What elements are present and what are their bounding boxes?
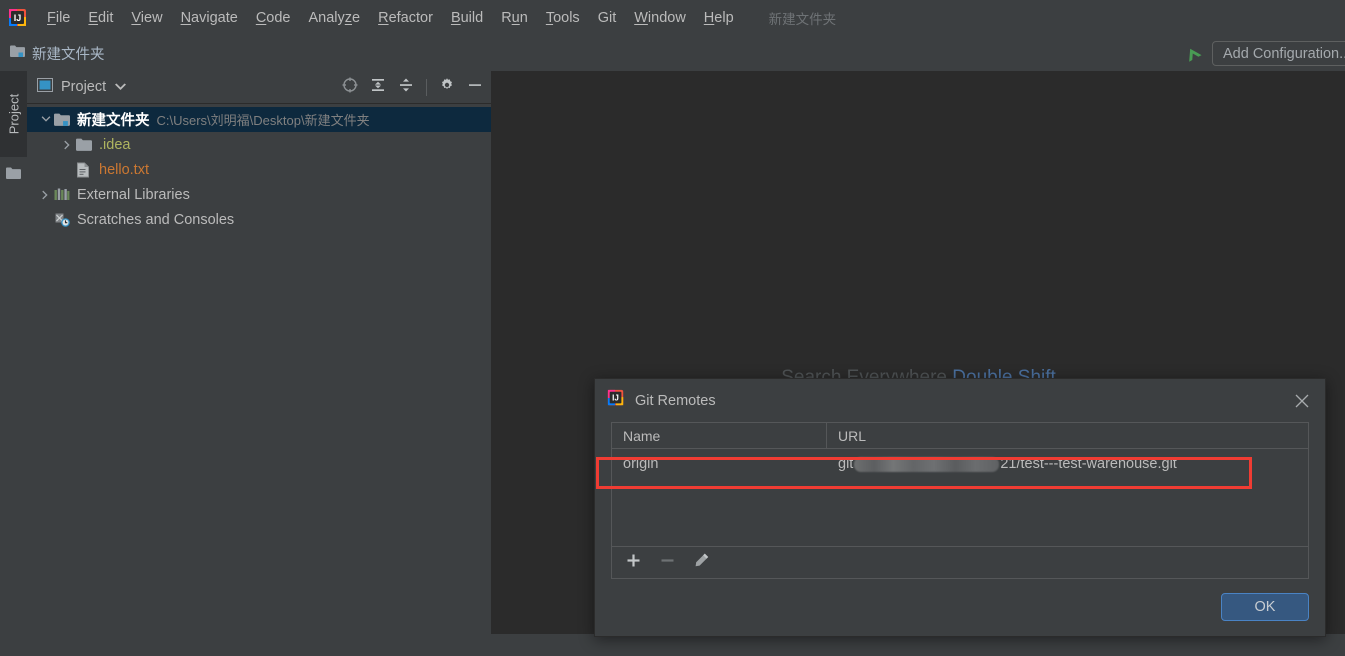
menu-file[interactable]: File — [38, 6, 79, 30]
folder-icon — [76, 138, 94, 152]
toolbar-divider — [426, 78, 427, 96]
chevron-down-icon[interactable] — [115, 78, 127, 96]
menu-edit[interactable]: Edit — [79, 6, 122, 30]
left-tool-window-strip: Project — [0, 71, 27, 656]
svg-text:IJ: IJ — [14, 13, 22, 23]
tree-row[interactable]: Scratches and Consoles — [27, 207, 491, 232]
tree-item-label: External Libraries — [77, 186, 190, 203]
tree-item-label: Scratches and Consoles — [77, 211, 235, 228]
chevron-right-icon[interactable] — [59, 140, 76, 150]
tree-row[interactable]: hello.txt — [27, 157, 491, 182]
gear-icon[interactable] — [439, 77, 455, 98]
menu-code[interactable]: Code — [247, 6, 300, 30]
menu-help[interactable]: Help — [695, 6, 743, 30]
tree-row[interactable]: .idea — [27, 132, 491, 157]
folder-icon — [10, 45, 25, 63]
menu-refactor[interactable]: Refactor — [369, 6, 442, 30]
project-panel-title: Project — [61, 79, 107, 95]
project-panel-actions — [342, 77, 483, 98]
hide-icon[interactable] — [467, 77, 483, 98]
ok-button[interactable]: OK — [1221, 593, 1309, 621]
project-panel-header: Project — [27, 71, 491, 104]
menu-view[interactable]: View — [122, 6, 171, 30]
tree-row[interactable]: 新建文件夹 C:\Users\刘明福\Desktop\新建文件夹 — [27, 107, 491, 132]
add-configuration-button[interactable]: Add Configuration... — [1212, 41, 1345, 66]
tree-row[interactable]: External Libraries — [27, 182, 491, 207]
url-prefix: git — [838, 456, 854, 472]
toolbar-right: Add Configuration... — [1180, 36, 1345, 71]
url-suffix: 21/test---test-warehouse.git — [1000, 456, 1177, 472]
intellij-logo-icon: IJ — [8, 8, 28, 28]
close-icon[interactable] — [1289, 388, 1315, 414]
tree-item-path: C:\Users\刘明福\Desktop\新建文件夹 — [156, 113, 370, 128]
project-window-icon — [37, 77, 53, 97]
expand-all-icon[interactable] — [370, 77, 386, 98]
menu-git[interactable]: Git — [589, 6, 626, 30]
remotes-table-body: origin git 21/test---test-warehouse.git — [612, 449, 1308, 546]
ok-button-label: OK — [1254, 599, 1276, 615]
project-tool-window: Project 新建文件夹 C:\Users\刘明福\Desktop\新建文件夹… — [27, 71, 492, 656]
menu-navigate[interactable]: Navigate — [172, 6, 247, 30]
breadcrumb-label: 新建文件夹 — [32, 47, 105, 63]
project-tree: 新建文件夹 C:\Users\刘明福\Desktop\新建文件夹 .idea h… — [27, 104, 491, 232]
intellij-logo-icon: IJ — [607, 389, 625, 412]
dialog-footer: OK — [1221, 593, 1309, 621]
remotes-table-header: Name URL — [612, 423, 1308, 449]
menu-run[interactable]: Run — [492, 6, 537, 30]
dialog-title-bar: IJ Git Remotes — [595, 379, 1325, 422]
column-header-name[interactable]: Name — [612, 423, 827, 448]
breadcrumb[interactable]: 新建文件夹 — [10, 43, 105, 64]
select-opened-file-icon[interactable] — [342, 77, 358, 98]
menu-build[interactable]: Build — [442, 6, 492, 30]
tree-item-label: hello.txt — [99, 161, 149, 178]
tree-item-label: .idea — [99, 136, 131, 153]
add-remote-button[interactable] — [626, 553, 641, 573]
cell-remote-url: git 21/test---test-warehouse.git — [827, 456, 1308, 472]
remotes-table-toolbar — [612, 546, 1308, 578]
dialog-title: Git Remotes — [635, 392, 716, 409]
text-file-icon — [76, 162, 94, 178]
menu-tools[interactable]: Tools — [537, 6, 589, 30]
menu-bar: IJ File Edit View Navigate Code Analyze … — [0, 0, 1345, 36]
column-header-url[interactable]: URL — [827, 423, 1308, 448]
tool-strip-tab-label: Project — [6, 93, 21, 135]
add-configuration-label: Add Configuration... — [1223, 45, 1345, 62]
remotes-table: Name URL origin git 21/test---test-wareho… — [611, 422, 1309, 579]
tree-item-label: 新建文件夹 — [77, 113, 150, 129]
git-remotes-dialog: IJ Git Remotes Name URL origin git 21/te… — [594, 378, 1326, 637]
pencil-icon[interactable] — [694, 552, 710, 573]
intellij-window: IJ File Edit View Navigate Code Analyze … — [0, 0, 1345, 656]
chevron-right-icon[interactable] — [37, 190, 54, 200]
table-row[interactable]: origin git 21/test---test-warehouse.git — [612, 449, 1308, 479]
run-arrow-icon[interactable] — [1180, 41, 1206, 67]
tool-strip-tab-project[interactable]: Project — [0, 71, 27, 157]
redacted-host-mosaic — [854, 456, 1000, 472]
remove-remote-button[interactable] — [660, 553, 675, 573]
menubar-project-name: 新建文件夹 — [768, 12, 837, 27]
project-folder-icon — [54, 113, 72, 127]
folder-icon[interactable] — [6, 167, 21, 185]
menu-analyze[interactable]: Analyze — [300, 6, 370, 30]
cell-remote-name: origin — [623, 456, 659, 472]
chevron-down-icon[interactable] — [37, 116, 54, 123]
collapse-all-icon[interactable] — [398, 77, 414, 98]
status-bar — [0, 634, 1345, 656]
svg-text:IJ: IJ — [612, 394, 619, 403]
libraries-icon — [54, 188, 72, 202]
dialog-body: Name URL origin git 21/test---test-wareho… — [595, 422, 1325, 579]
navigation-bar: 新建文件夹 Add Configuration... — [0, 36, 1345, 71]
menu-window[interactable]: Window — [625, 6, 695, 30]
scratches-icon — [54, 212, 72, 228]
